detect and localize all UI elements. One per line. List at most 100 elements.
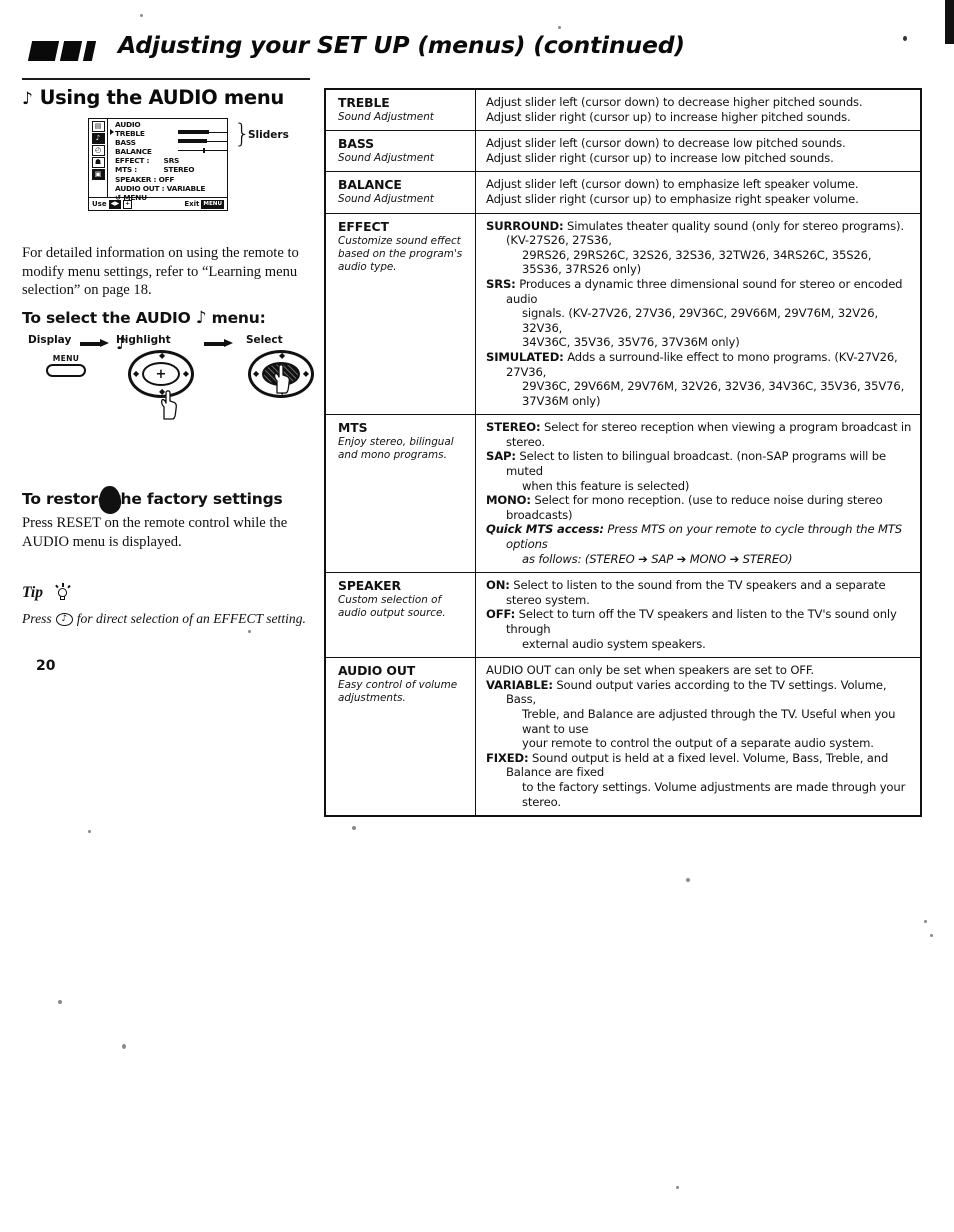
options-table: TREBLE Sound Adjustment Adjust slider le… (326, 90, 920, 816)
option-keyword: Quick MTS access: (486, 522, 604, 537)
option-subtitle: Customize sound effect based on the prog… (338, 234, 463, 273)
option-keyword: ON: (486, 578, 510, 593)
tip-text-post: for direct selection of an EFFECT settin… (76, 611, 306, 626)
tv-menu-item-bass: BASS (110, 138, 228, 148)
tv-menu-item-treble: TREBLE (110, 129, 228, 139)
option-subtitle: Sound Adjustment (338, 193, 434, 206)
music-note-icon: ♪ (116, 334, 127, 354)
option-subtitle: Sound Adjustment (338, 152, 434, 165)
table-cell-description: Adjust slider left (cursor down) to decr… (475, 130, 920, 173)
select-heading-pre: To select the AUDIO (22, 309, 191, 327)
option-subtitle: Sound Adjustment (338, 111, 434, 123)
option-subtitle: Enjoy stereo, bilingual and mono program… (338, 436, 454, 462)
description-line: Adjust slider right (cursor up) to incre… (486, 150, 834, 165)
tv-icon: ▤ (91, 121, 105, 132)
menu-button-shape (46, 364, 86, 377)
arrow-right-icon (204, 339, 234, 348)
tv-menu-item-label: EFFECT : (115, 156, 150, 166)
joypad-center-plus: + (142, 362, 180, 386)
option-keyword: SIMULATED: (486, 349, 564, 364)
joypad-up-icon: ◆ (159, 351, 166, 360)
header-decorative-blocks (27, 41, 97, 61)
table-row: AUDIO OUT Easy control of volume adjustm… (326, 657, 920, 816)
tip-label: Tip (22, 584, 43, 601)
header-divider (22, 78, 310, 80)
lightbulb-icon (55, 583, 71, 602)
table-cell-name: BALANCE Sound Adjustment (326, 171, 476, 214)
section-title-text: Using the AUDIO menu (39, 86, 285, 109)
option-keyword: FIXED: (486, 750, 529, 765)
tv-menu-item-label: TREBLE (115, 129, 145, 139)
joypad-up-icon: ◆ (279, 351, 286, 360)
description-line: SAP: Select to listen to bilingual broad… (486, 449, 886, 479)
arrow-right-icon (80, 339, 110, 348)
description-line: FIXED: Sound output is held at a fixed l… (486, 750, 889, 780)
description-line: Quick MTS access: Press MTS on your remo… (486, 522, 902, 552)
tv-menu-item-label: BASS (115, 138, 136, 148)
description-line: 29RS26, 29RS26C, 32S26, 32S36, 32TW26, 3… (522, 247, 872, 277)
scan-speck (248, 630, 251, 633)
option-name: TREBLE (338, 95, 390, 110)
description-line: when this feature is selected) (522, 478, 690, 493)
table-row: TREBLE Sound Adjustment Adjust slider le… (326, 90, 920, 132)
restore-factory-settings-heading: To restore the factory settings (22, 490, 283, 508)
pointing-hand-icon (157, 390, 179, 420)
scan-speck (676, 1186, 679, 1189)
tip-text-pre: Press (22, 611, 52, 626)
tv-menu-body: ▤ ♪ ◴ ☗ ▣ AUDIO TREBLE BASS BALANCE EFFE… (89, 119, 228, 202)
section-title: ♪ Using the AUDIO menu (22, 86, 314, 109)
description-line: signals. (KV-27V26, 27V36, 29V36C, 29V66… (522, 306, 878, 335)
joypad-right-icon: ◆ (302, 369, 309, 378)
select-audio-menu-heading: To select the AUDIO ♪ menu: (22, 308, 266, 328)
description-line: Adjust slider left (cursor down) to decr… (486, 136, 846, 151)
option-name: BALANCE (338, 177, 402, 193)
scan-speck (924, 920, 927, 923)
option-name: SPEAKER (338, 578, 401, 594)
tv-menu-item-label: SPEAKER : OFF (115, 174, 175, 184)
page-header: Adjusting your SET UP (menus) (continued… (27, 31, 920, 72)
bass-slider (178, 139, 228, 144)
table-cell-description: ON: Select to listen to the sound from t… (475, 572, 920, 659)
option-keyword: SURROUND: (486, 218, 564, 233)
table-cell-name: EFFECT Customize sound effect based on t… (326, 212, 476, 416)
tv-menu-item-list: AUDIO TREBLE BASS BALANCE EFFECT: SRS M… (108, 119, 228, 202)
tv-menu-title-label: AUDIO (115, 120, 141, 129)
description-line: STEREO: Select for stereo reception when… (486, 420, 912, 449)
captions-icon: ▣ (91, 169, 105, 180)
table-row: BALANCE Sound Adjustment Adjust slider l… (326, 171, 920, 214)
menu-button-illustration: MENU (44, 354, 88, 377)
clock-icon: ◴ (91, 145, 105, 156)
pointing-hand-icon (270, 364, 292, 394)
tv-menu-item-mts: MTS : STEREO (110, 165, 227, 174)
tip-block: Tip Press ♪ for direct selection of an E… (22, 582, 314, 628)
table-cell-name: BASS Sound Adjustment (326, 130, 476, 173)
tv-menu-item-label: BALANCE (115, 147, 152, 157)
step-label-display: Display (28, 334, 72, 346)
tv-menu-item-balance: BALANCE (110, 147, 228, 157)
music-note-icon: ♪ (91, 133, 105, 144)
intro-paragraph: For detailed information on using the re… (22, 245, 299, 298)
tv-menu-item-speaker: SPEAKER : OFF (110, 175, 227, 184)
description-line: Adjust slider left (cursor down) to decr… (486, 95, 863, 109)
tv-menu-item-effect: EFFECT : SRS (110, 156, 227, 165)
description-line: as follows: (STEREO ➔ SAP ➔ MONO ➔ STERE… (522, 551, 793, 566)
scan-speck (88, 830, 91, 833)
menu-button-caption: MENU (52, 354, 80, 363)
description-line: SRS: Produces a dynamic three dimensiona… (486, 276, 903, 306)
scan-speck (930, 934, 933, 937)
step-label-select: Select (246, 334, 283, 346)
tv-menu-item-value: SRS (163, 156, 180, 166)
option-subtitle: Custom selection of audio output source. (338, 594, 446, 620)
tv-menu-item-label: ↺ MENU (115, 192, 147, 202)
table-cell-name: SPEAKER Custom selection of audio output… (326, 572, 476, 659)
description-line: external audio system speakers. (522, 636, 706, 651)
options-table-body: TREBLE Sound Adjustment Adjust slider le… (326, 90, 920, 816)
table-cell-description: Adjust slider left (cursor down) to emph… (475, 171, 920, 214)
description-line: Treble, and Balance are adjusted through… (522, 706, 896, 736)
option-keyword: STEREO: (486, 420, 541, 435)
music-note-icon: ♪ (22, 89, 33, 109)
table-cell-name: TREBLE Sound Adjustment (326, 90, 476, 132)
header-block-1 (27, 41, 60, 61)
description-line: Adjust slider right (cursor up) to empha… (486, 191, 859, 206)
tv-onscreen-menu-illustration: ▤ ♪ ◴ ☗ ▣ AUDIO TREBLE BASS BALANCE EFFE… (88, 118, 228, 211)
